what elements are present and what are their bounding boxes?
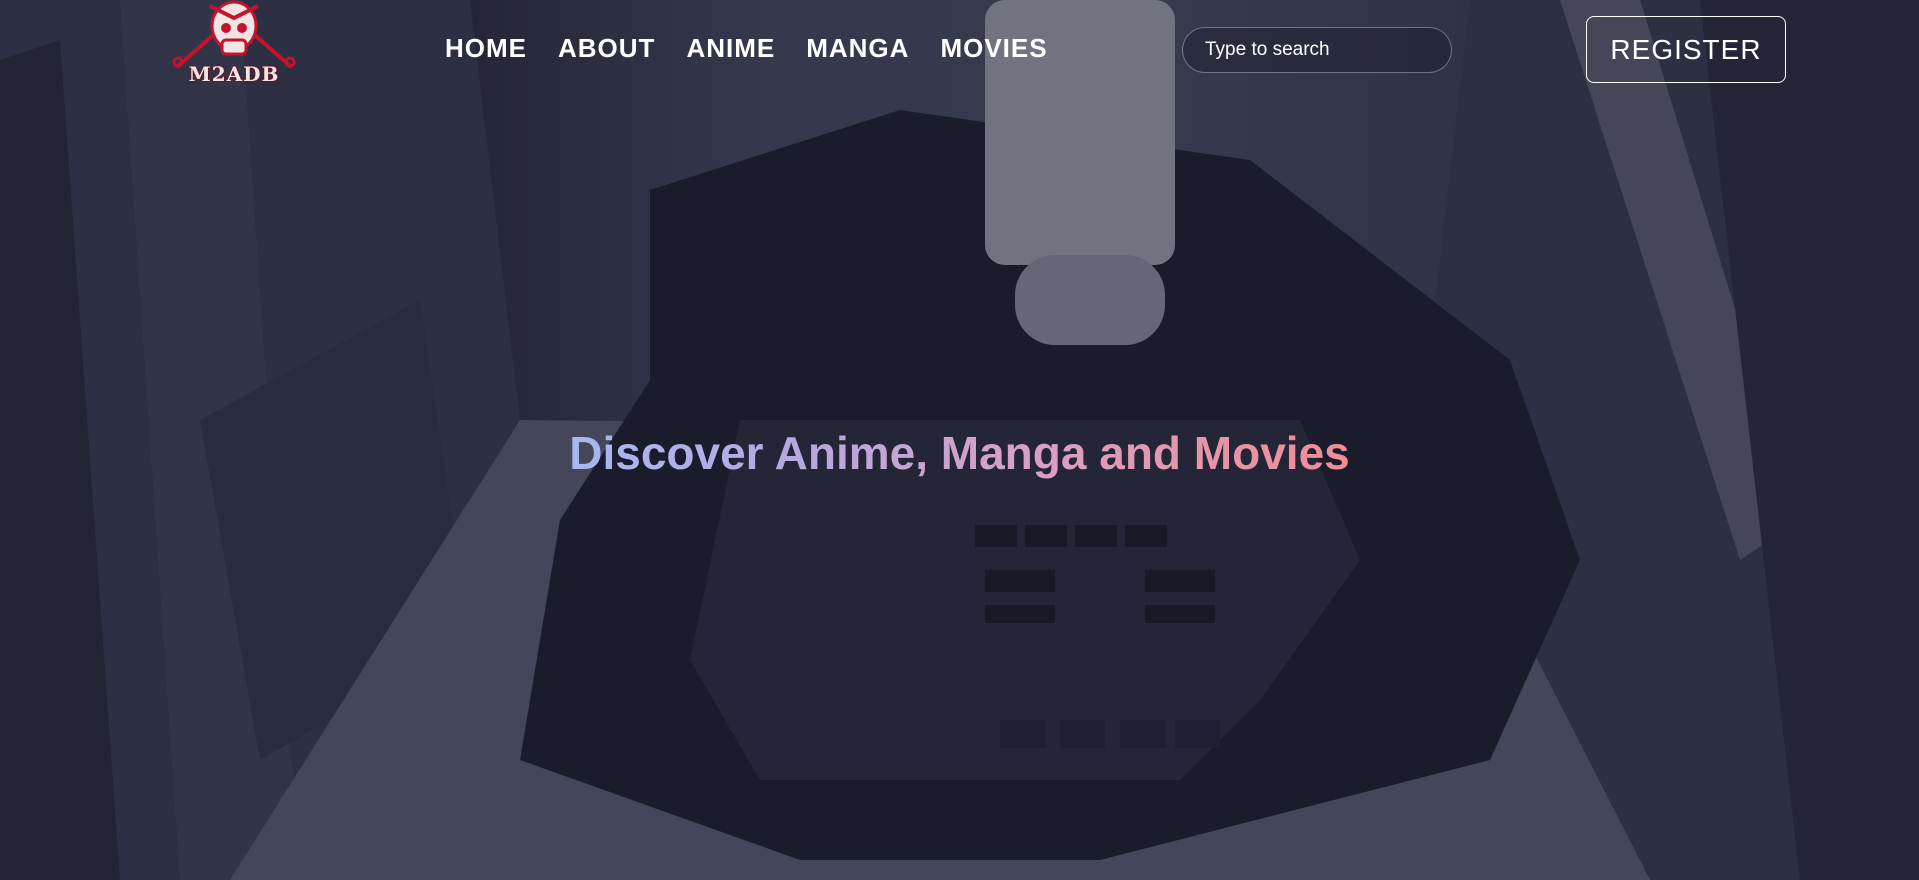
main-nav: HOME ABOUT ANIME MANGA MOVIES — [445, 33, 1048, 64]
nav-anime-link[interactable]: ANIME — [686, 33, 775, 64]
hero-title: Discover Anime, Manga and Movies — [0, 426, 1919, 480]
hero-title-text: Discover Anime, Manga and Movies — [569, 427, 1350, 479]
search-input[interactable] — [1203, 38, 1437, 62]
page: M2ADB HOME ABOUT ANIME MANGA MOVIES REGI… — [0, 0, 1919, 880]
site-header: M2ADB HOME ABOUT ANIME MANGA MOVIES REGI… — [0, 0, 1919, 100]
register-button[interactable]: REGISTER — [1586, 16, 1786, 83]
skull-crossed-swords-icon — [172, 0, 296, 68]
nav-about-link[interactable]: ABOUT — [558, 33, 655, 64]
site-logo[interactable]: M2ADB — [170, 0, 298, 90]
search-box — [1182, 27, 1452, 73]
nav-home-link[interactable]: HOME — [445, 33, 527, 64]
logo-text: M2ADB — [188, 62, 280, 86]
nav-movies-link[interactable]: MOVIES — [940, 33, 1047, 64]
nav-manga-link[interactable]: MANGA — [806, 33, 909, 64]
